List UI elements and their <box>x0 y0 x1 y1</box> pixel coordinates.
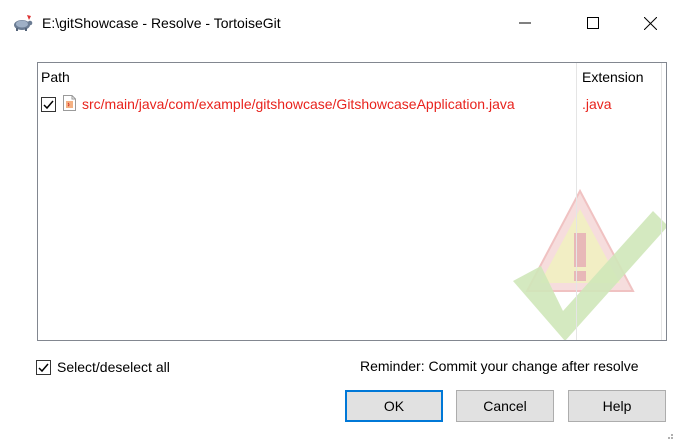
list-header: Path Extension <box>38 63 666 87</box>
file-extension: .java <box>582 96 612 112</box>
reminder-text: Reminder: Commit your change after resol… <box>360 358 639 374</box>
maximize-icon <box>587 17 599 29</box>
ok-button[interactable]: OK <box>345 390 443 422</box>
cancel-button[interactable]: Cancel <box>456 390 554 422</box>
minimize-icon <box>519 22 531 24</box>
checkmark-icon <box>38 363 49 372</box>
maximize-button[interactable] <box>568 0 618 46</box>
resize-grip-icon[interactable] <box>664 430 673 439</box>
java-file-icon <box>63 95 76 111</box>
select-all-box[interactable] <box>36 359 51 375</box>
minimize-button[interactable] <box>500 0 550 46</box>
row-checkbox[interactable] <box>41 97 56 112</box>
tortoisegit-icon <box>14 15 33 31</box>
column-header-path[interactable]: Path <box>41 69 70 85</box>
column-header-extension[interactable]: Extension <box>582 69 643 85</box>
select-all-label: Select/deselect all <box>57 359 170 375</box>
table-row[interactable]: src/main/java/com/example/gitshowcase/Gi… <box>38 93 666 115</box>
select-all-checkbox[interactable]: Select/deselect all <box>36 358 170 376</box>
conflict-file-list[interactable]: Path Extension src/main/java/com/example… <box>37 62 667 341</box>
close-button[interactable] <box>625 0 675 46</box>
help-button[interactable]: Help <box>568 390 666 422</box>
file-path: src/main/java/com/example/gitshowcase/Gi… <box>82 96 515 112</box>
close-icon <box>643 16 657 30</box>
checkmark-icon <box>43 100 54 110</box>
resolve-dialog: E:\gitShowcase - Resolve - TortoiseGit P… <box>0 0 675 441</box>
window-title: E:\gitShowcase - Resolve - TortoiseGit <box>42 15 281 31</box>
conflict-warning-checkmark-icon <box>513 188 666 340</box>
title-bar[interactable]: E:\gitShowcase - Resolve - TortoiseGit <box>0 0 675 48</box>
